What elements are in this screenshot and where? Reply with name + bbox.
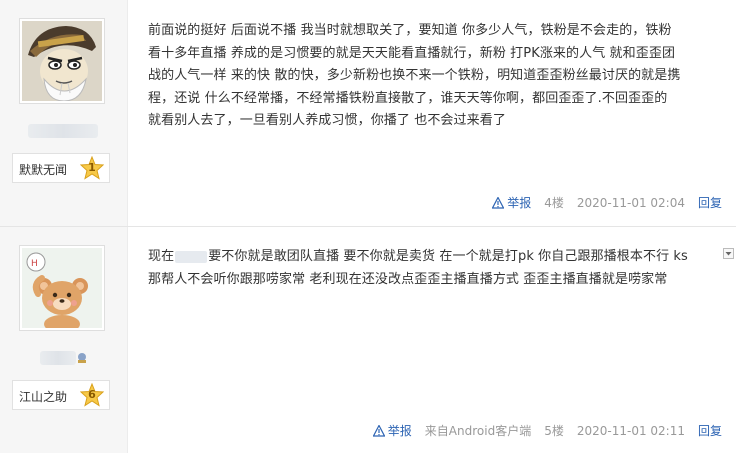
warning-icon <box>372 424 385 437</box>
content-text: 现在 <box>148 249 175 264</box>
member-level-badge[interactable]: 默默无闻 1 <box>12 153 110 183</box>
chevron-down-icon <box>725 252 732 256</box>
content-line: 战的人气一样 来的快 散的快，多少新粉也换不来一个铁粉，明知道歪歪粉丝最讨厌的就… <box>148 68 681 83</box>
report-label: 举报 <box>507 196 532 210</box>
post-footer: 举报 来自Android客户端 5楼 2020-11-01 02:11 回复 <box>372 422 722 439</box>
floor-number: 5楼 <box>544 424 564 438</box>
collapse-toggle[interactable] <box>723 248 734 259</box>
member-icon <box>78 353 86 363</box>
redacted-text <box>175 250 208 263</box>
reply-link[interactable]: 回复 <box>698 194 722 211</box>
report-label: 举报 <box>387 424 412 438</box>
svg-text:H: H <box>31 259 38 269</box>
avatar[interactable]: H <box>19 245 105 331</box>
floor-number: 4楼 <box>544 196 564 210</box>
member-level-badge[interactable]: 江山之助 6 <box>12 380 110 410</box>
post-content: 前面说的挺好 后面说不播 我当时就想取关了，要知道 你多少人气，铁粉是不会走的，… <box>148 20 718 133</box>
username-redacted[interactable] <box>28 124 98 138</box>
avatar[interactable] <box>19 18 105 104</box>
content-line: 那帮人不会听你跟那唠家常 老利现在还没改点歪歪主播直播方式 歪歪主播直播就是唠家… <box>148 271 668 287</box>
level-number: 1 <box>88 161 96 174</box>
content-line: 看十多年直播 养成的是习惯要的就是天天能看直播就行，新粉 打PK涨来的人气 就和… <box>148 45 676 61</box>
level-number: 6 <box>88 388 96 401</box>
post-footer: 举报 4楼 2020-11-01 02:04 回复 <box>492 194 722 211</box>
warning-icon <box>492 196 505 209</box>
content-line: 程，还说 什么不经常播，不经常播铁粉直接散了，谁天天等你啊，都回歪歪了.不回歪歪… <box>148 90 668 106</box>
post-floor-5: H 江山之助 6 现在 要不你就是敢团队直播 要不你就是卖货 在一个就是打pk … <box>0 227 736 453</box>
report-link[interactable]: 举报 <box>492 194 531 211</box>
post-time: 2020-11-01 02:04 <box>576 195 685 210</box>
post-floor-4: 默默无闻 1 前面说的挺好 后面说不播 我当时就想取关了，要知道 你多少人气，铁… <box>0 0 736 227</box>
content-line: 前面说的挺好 后面说不播 我当时就想取关了，要知道 你多少人气，铁粉是不会走的，… <box>148 23 672 38</box>
content-line: 就看别人去了，一旦看别人养成习惯，你播了 也不会过来看了 <box>148 113 506 128</box>
client-source: 来自Android客户端 <box>424 424 532 438</box>
avatar-bear-icon: H <box>22 248 102 328</box>
report-link[interactable]: 举报 <box>372 422 412 439</box>
post-time: 2020-11-01 02:11 <box>576 423 685 438</box>
author-sidebar: 默默无闻 1 <box>0 0 128 227</box>
author-sidebar: H 江山之助 6 <box>0 227 128 453</box>
reply-link[interactable]: 回复 <box>698 422 722 439</box>
avatar-illustration-icon <box>22 21 102 101</box>
post-content: 现在 要不你就是敢团队直播 要不你就是卖货 在一个就是打pk 你自己跟那播根本不行… <box>148 246 718 291</box>
level-title: 江山之助 <box>19 390 68 404</box>
username-redacted[interactable] <box>40 351 76 365</box>
content-line: 现在 要不你就是敢团队直播 要不你就是卖货 在一个就是打pk 你自己跟那播根本不行… <box>148 246 718 269</box>
level-title: 默默无闻 <box>19 163 68 177</box>
content-text: 要不你就是敢团队直播 要不你就是卖货 在一个就是打pk 你自己跟那播根本不行 k… <box>208 249 688 264</box>
